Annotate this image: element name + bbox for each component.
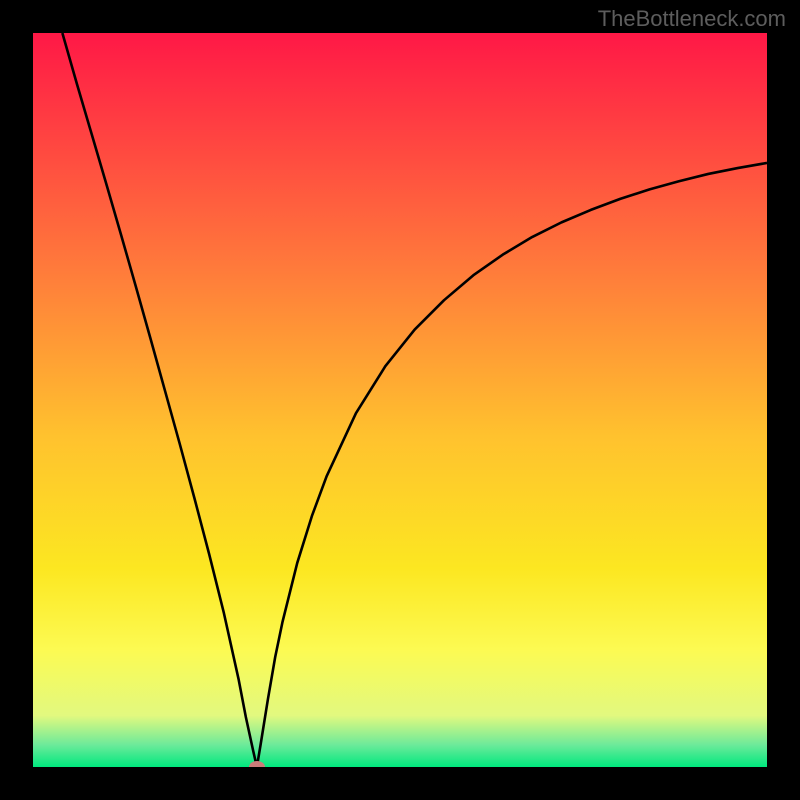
chart-container: TheBottleneck.com — [0, 0, 800, 800]
optimal-marker-dot — [249, 761, 265, 767]
plot-area — [33, 33, 767, 767]
bottleneck-curve — [33, 33, 767, 767]
watermark-text: TheBottleneck.com — [598, 6, 786, 32]
